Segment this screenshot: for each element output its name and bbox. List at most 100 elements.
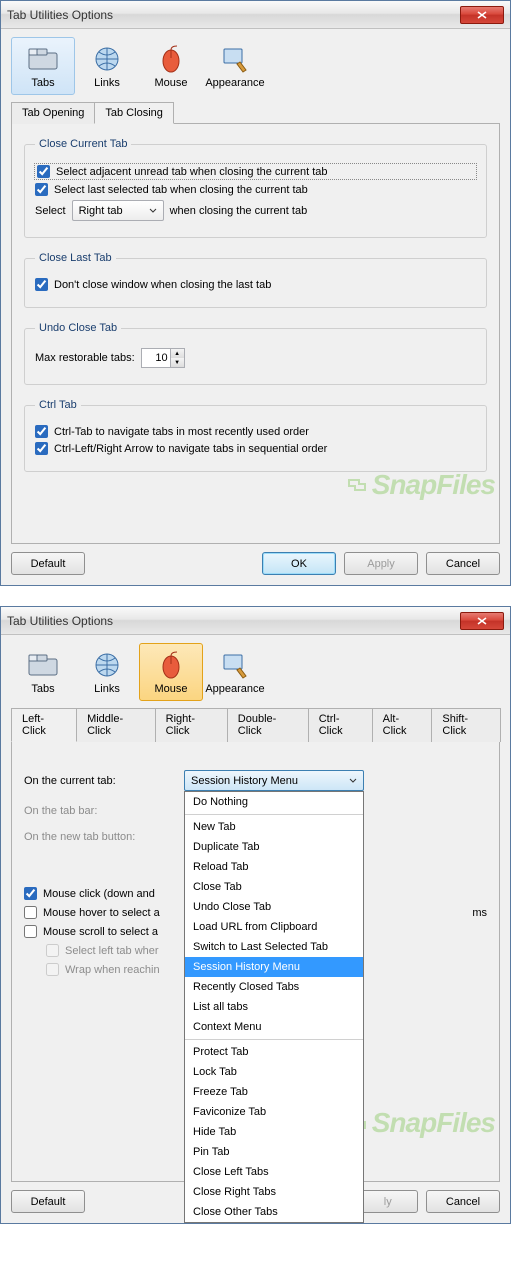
sub-tab-alt-click[interactable]: Alt-Click [372, 708, 433, 742]
checkbox-label: Ctrl-Left/Right Arrow to navigate tabs i… [54, 443, 327, 455]
icon-tab-label: Links [94, 77, 120, 89]
dropdown-item[interactable]: Lock Tab [185, 1062, 363, 1082]
dropdown-item[interactable]: Undo Close Tab [185, 897, 363, 917]
legend: Ctrl Tab [35, 399, 81, 411]
titlebar: Tab Utilities Options [1, 1, 510, 29]
spinner-label: Max restorable tabs: [35, 352, 135, 364]
icon-tab-label: Appearance [205, 77, 264, 89]
dropdown-item[interactable]: Load URL from Clipboard [185, 917, 363, 937]
sub-tab-opening[interactable]: Tab Opening [11, 102, 95, 124]
close-button[interactable] [460, 612, 504, 630]
tabs-icon [27, 43, 59, 75]
icon-tab-links[interactable]: Links [75, 643, 139, 701]
dropdown-item[interactable]: Close Right Tabs [185, 1182, 363, 1202]
icon-tab-appearance[interactable]: Appearance [203, 643, 267, 701]
dropdown-selected[interactable]: Session History Menu [184, 770, 364, 791]
checkbox-mouse-scroll[interactable] [24, 925, 37, 938]
icon-tab-strip: Tabs Links Mouse Appearance [11, 643, 500, 701]
body: Tabs Links Mouse Appearance [1, 29, 510, 585]
icon-tab-appearance[interactable]: Appearance [203, 37, 267, 95]
ok-button[interactable]: OK [262, 552, 336, 575]
sub-tab-shift-click[interactable]: Shift-Click [431, 708, 501, 742]
dropdown-item[interactable]: Close Other Tabs [185, 1202, 363, 1222]
spinner-down[interactable]: ▼ [170, 358, 184, 367]
dropdown-item[interactable]: Duplicate Tab [185, 837, 363, 857]
select-suffix: when closing the current tab [170, 205, 308, 217]
default-button[interactable]: Default [11, 552, 85, 575]
dropdown-item[interactable]: Pin Tab [185, 1142, 363, 1162]
row: Max restorable tabs: ▲ ▼ [35, 348, 476, 368]
sub-tab-left-click[interactable]: Left-Click [11, 708, 77, 742]
button-row: Default OK Apply Cancel [11, 544, 500, 575]
row: Select Right tab when closing the curren… [35, 200, 476, 221]
checkbox-dont-close-window[interactable] [35, 278, 48, 291]
cancel-button[interactable]: Cancel [426, 552, 500, 575]
row: Ctrl-Tab to navigate tabs in most recent… [35, 425, 476, 438]
mouse-icon [155, 649, 187, 681]
checkbox-label: Mouse click (down and [43, 888, 155, 900]
checkbox-wrap [46, 963, 59, 976]
sub-tab-closing[interactable]: Tab Closing [94, 102, 173, 124]
links-icon [91, 649, 123, 681]
legend: Close Last Tab [35, 252, 116, 264]
icon-tab-tabs[interactable]: Tabs [11, 37, 75, 95]
checkbox-last-selected[interactable] [35, 183, 48, 196]
icon-tab-label: Links [94, 683, 120, 695]
icon-tab-label: Tabs [31, 683, 54, 695]
dropdown-item[interactable]: Switch to Last Selected Tab [185, 937, 363, 957]
checkbox-ctrl-tab-mru[interactable] [35, 425, 48, 438]
icon-tab-links[interactable]: Links [75, 37, 139, 95]
dropdown-item[interactable]: New Tab [185, 817, 363, 837]
dropdown-item[interactable]: Context Menu [185, 1017, 363, 1037]
checkbox-mouse-click[interactable] [24, 887, 37, 900]
row: Don't close window when closing the last… [35, 278, 476, 291]
watermark: SnapFiles [344, 469, 495, 505]
icon-tab-tabs[interactable]: Tabs [11, 643, 75, 701]
dropdown-item[interactable]: Faviconize Tab [185, 1102, 363, 1122]
watermark: SnapFiles [344, 1107, 495, 1143]
cancel-button[interactable]: Cancel [426, 1190, 500, 1213]
select-label: Select [35, 205, 66, 217]
dropdown-item[interactable]: Reload Tab [185, 857, 363, 877]
checkbox-ctrl-arrow-seq[interactable] [35, 442, 48, 455]
sub-tab-ctrl-click[interactable]: Ctrl-Click [308, 708, 373, 742]
dropdown-item[interactable]: Do Nothing [185, 792, 363, 812]
spinner-max-restorable[interactable]: ▲ ▼ [141, 348, 185, 368]
dropdown-item[interactable]: Freeze Tab [185, 1082, 363, 1102]
spinner-input[interactable] [142, 350, 170, 366]
dropdown-current-tab[interactable]: Session History Menu Do NothingNew TabDu… [184, 770, 364, 791]
select-close-direction[interactable]: Right tab [72, 200, 164, 221]
dropdown-item[interactable]: Close Tab [185, 877, 363, 897]
spinner-up[interactable]: ▲ [170, 349, 184, 358]
window-tabs-options: Tab Utilities Options Tabs Links [0, 0, 511, 586]
dropdown-item[interactable]: List all tabs [185, 997, 363, 1017]
dropdown-item[interactable]: Session History Menu [185, 957, 363, 977]
row: Select adjacent unread tab when closing … [35, 164, 476, 179]
checkbox-label: Select adjacent unread tab when closing … [56, 166, 328, 178]
checkbox-label: Select left tab wher [65, 945, 159, 957]
checkbox-label: Mouse hover to select a [43, 907, 160, 919]
appearance-icon [219, 649, 251, 681]
close-button[interactable] [460, 6, 504, 24]
apply-button[interactable]: Apply [344, 552, 418, 575]
sub-tab-middle-click[interactable]: Middle-Click [76, 708, 156, 742]
checkbox-adjacent-unread[interactable] [37, 165, 50, 178]
mouse-icon [155, 43, 187, 75]
dropdown-item[interactable]: Hide Tab [185, 1122, 363, 1142]
default-button[interactable]: Default [11, 1190, 85, 1213]
icon-tab-mouse[interactable]: Mouse [139, 37, 203, 95]
checkbox-label: Wrap when reachin [65, 964, 160, 976]
icon-tab-mouse[interactable]: Mouse [139, 643, 203, 701]
sub-tab-double-click[interactable]: Double-Click [227, 708, 309, 742]
chevron-down-icon [145, 203, 161, 219]
window-mouse-options: Tab Utilities Options Tabs Links [0, 606, 511, 1224]
dropdown-separator [185, 1039, 363, 1040]
dropdown-item[interactable]: Protect Tab [185, 1042, 363, 1062]
checkbox-mouse-hover[interactable] [24, 906, 37, 919]
sub-tab-right-click[interactable]: Right-Click [155, 708, 228, 742]
sub-tab-strip: Tab Opening Tab Closing [11, 101, 500, 124]
window-title: Tab Utilities Options [7, 8, 460, 22]
fieldset-close-last: Close Last Tab Don't close window when c… [24, 252, 487, 308]
dropdown-item[interactable]: Recently Closed Tabs [185, 977, 363, 997]
dropdown-item[interactable]: Close Left Tabs [185, 1162, 363, 1182]
